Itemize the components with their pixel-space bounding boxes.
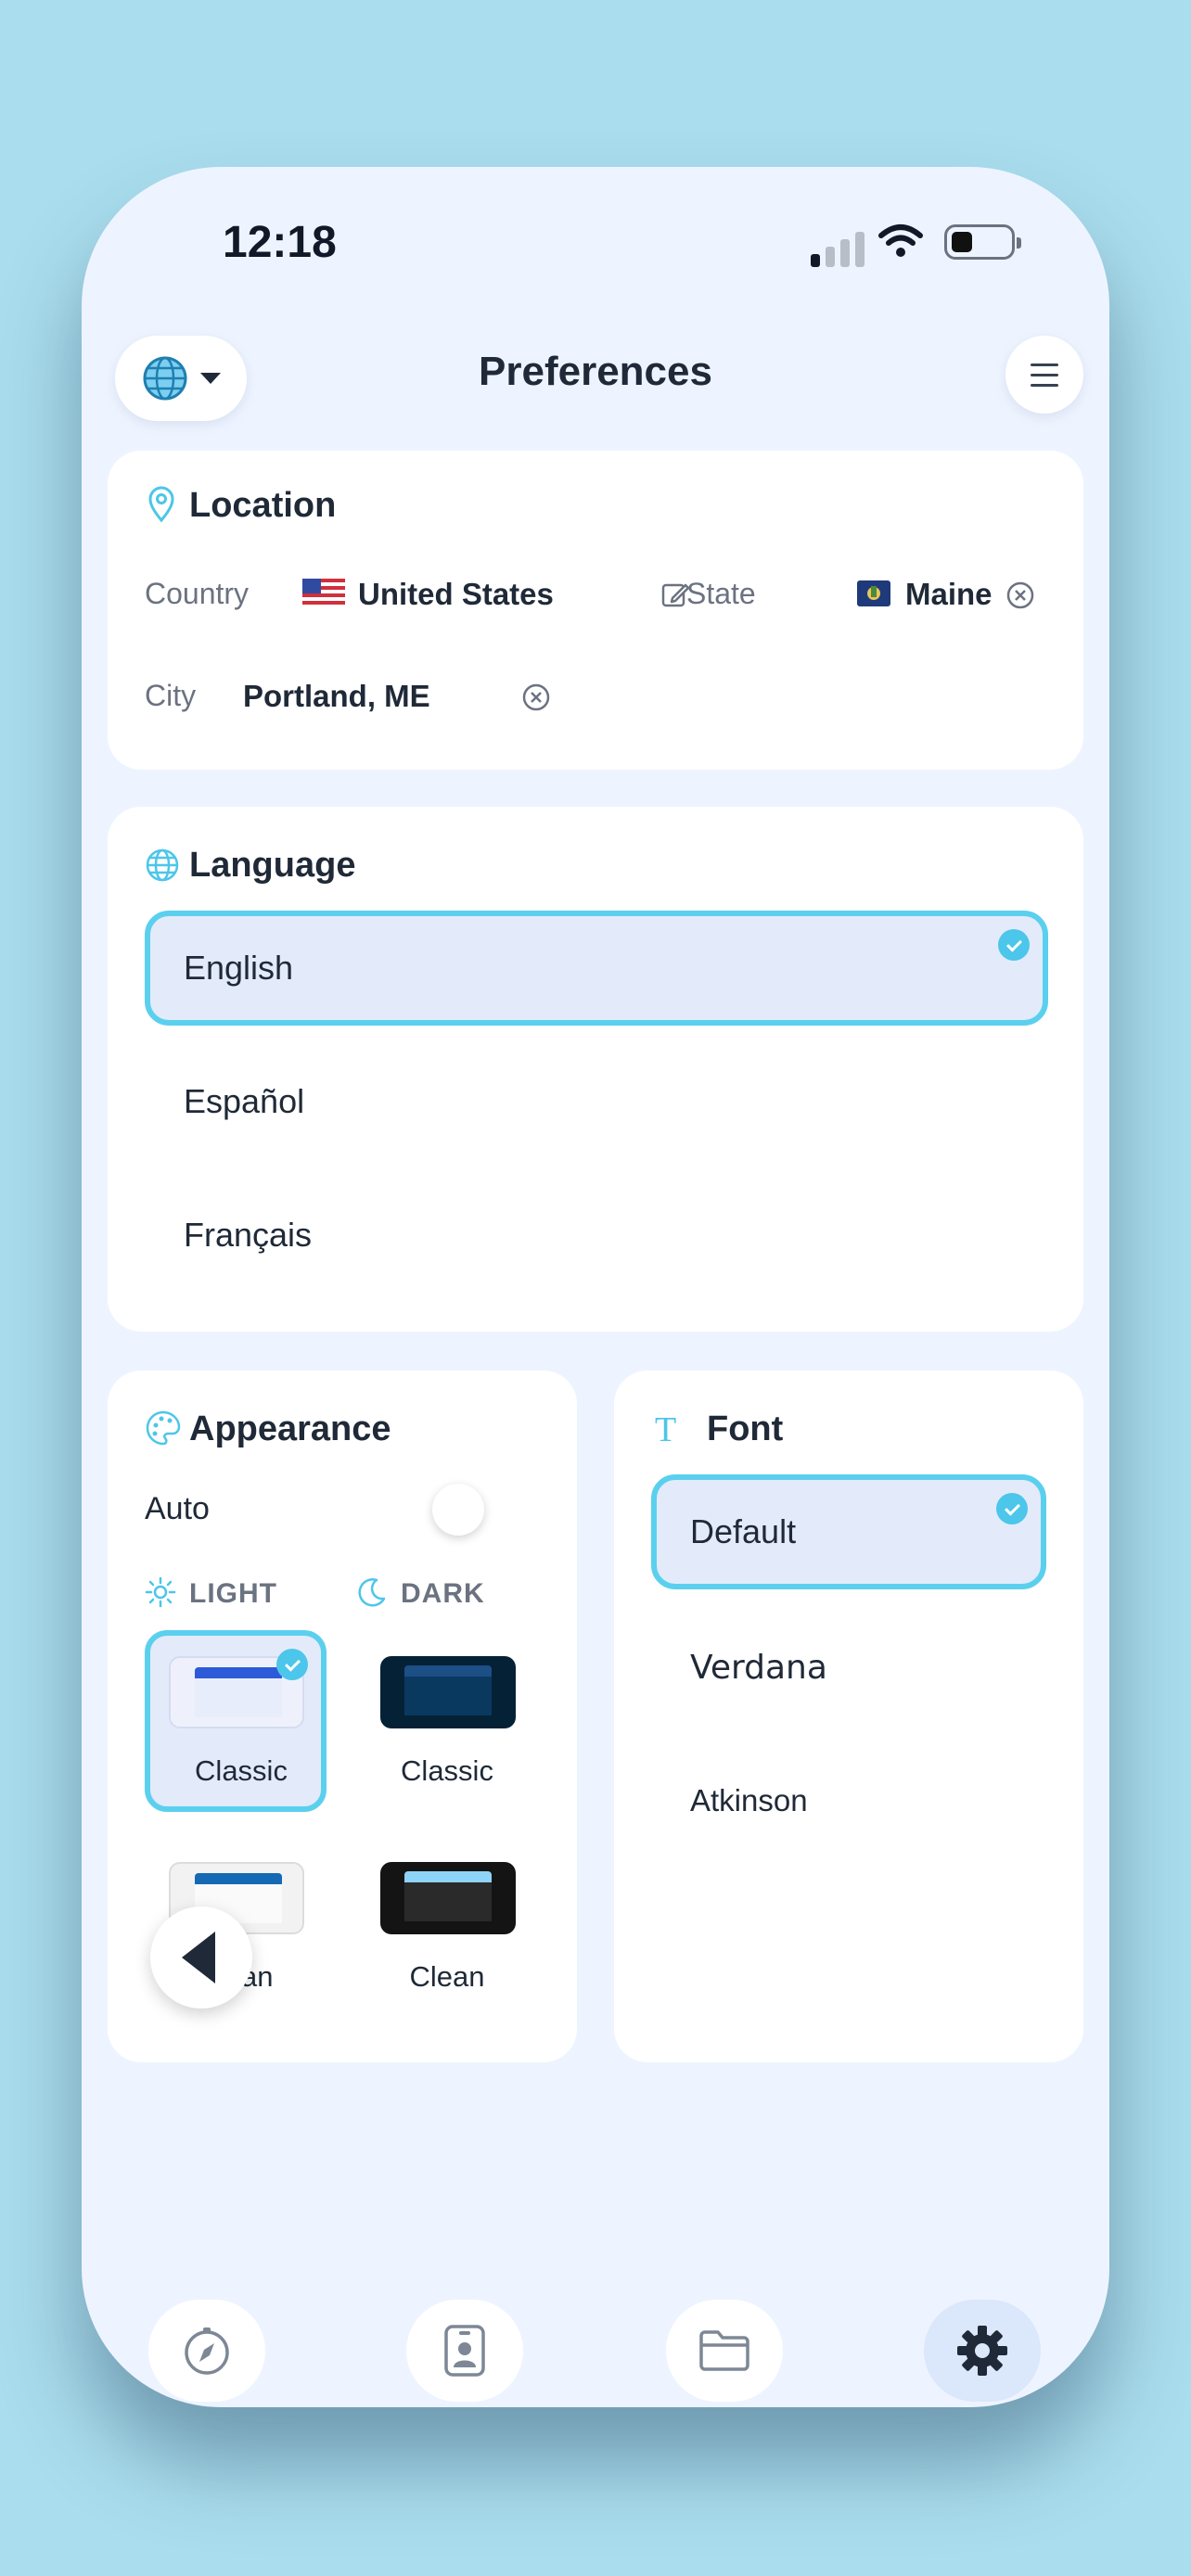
font-option-label: Atkinson xyxy=(690,1783,808,1817)
wifi-icon xyxy=(878,224,923,257)
language-option-label: English xyxy=(184,949,294,987)
menu-button[interactable] xyxy=(1005,336,1083,414)
font-option-verdana[interactable]: Verdana xyxy=(651,1610,1046,1725)
language-option-label: Español xyxy=(184,1082,305,1120)
language-option-espanol[interactable]: Español xyxy=(145,1044,1048,1159)
theme-label: Classic xyxy=(195,1754,288,1787)
globe-outline-icon xyxy=(146,848,179,882)
text-icon: T xyxy=(655,1410,677,1449)
signal-icon xyxy=(811,230,864,267)
language-title: Language xyxy=(189,846,356,885)
auto-label: Auto xyxy=(145,1491,210,1526)
palette-icon xyxy=(146,1410,181,1446)
us-flag-icon xyxy=(302,579,345,608)
arrow-left-icon xyxy=(182,1932,215,1983)
nav-settings-button[interactable] xyxy=(924,2300,1041,2402)
back-button[interactable] xyxy=(150,1906,252,2009)
phone-screen: 12:18 Preferences Location Country Unite… xyxy=(82,167,1109,2407)
compass-icon xyxy=(185,2327,229,2375)
font-card: T Font Default Verdana Atkinson xyxy=(614,1371,1083,2062)
font-option-atkinson[interactable]: Atkinson xyxy=(651,1743,1046,1858)
font-option-label: Verdana xyxy=(690,1648,827,1687)
language-option-english[interactable]: English xyxy=(145,911,1048,1026)
clear-state-icon[interactable] xyxy=(1005,580,1035,610)
check-icon xyxy=(996,1493,1028,1524)
location-card: Location Country United States State Mai… xyxy=(108,451,1083,770)
gear-icon xyxy=(957,2326,1007,2376)
theme-clean-dark[interactable]: Clean xyxy=(356,1836,538,2018)
check-icon xyxy=(998,929,1030,961)
nav-explore-button[interactable] xyxy=(148,2300,265,2402)
auto-toggle[interactable] xyxy=(432,1484,484,1536)
language-option-label: Français xyxy=(184,1216,313,1254)
clear-city-icon[interactable] xyxy=(521,682,551,712)
language-card: Language English Español Français xyxy=(108,807,1083,1332)
page-title: Preferences xyxy=(479,349,712,394)
state-label: State xyxy=(686,577,756,610)
theme-classic-light[interactable]: Classic xyxy=(145,1630,327,1812)
nav-files-button[interactable] xyxy=(666,2300,783,2402)
state-value[interactable]: Maine xyxy=(905,577,992,612)
city-label: City xyxy=(145,679,197,712)
moon-icon xyxy=(358,1578,386,1607)
location-title: Location xyxy=(189,486,337,525)
nav-profile-button[interactable] xyxy=(406,2300,523,2402)
font-title: Font xyxy=(707,1409,784,1448)
font-option-label: Default xyxy=(690,1512,797,1550)
battery-icon xyxy=(944,224,1021,260)
status-time: 12:18 xyxy=(223,218,337,267)
contact-card-icon xyxy=(444,2325,485,2377)
theme-label: Classic xyxy=(401,1754,493,1787)
dark-label: DARK xyxy=(401,1578,485,1609)
check-icon xyxy=(276,1649,308,1680)
light-label: LIGHT xyxy=(189,1578,277,1609)
language-option-francais[interactable]: Français xyxy=(145,1178,1048,1293)
theme-label: Clean xyxy=(409,1960,485,1993)
appearance-title: Appearance xyxy=(189,1409,391,1448)
city-value[interactable]: Portland, ME xyxy=(243,679,430,714)
country-value[interactable]: United States xyxy=(358,577,554,612)
sun-icon xyxy=(145,1576,176,1608)
folder-icon xyxy=(699,2330,749,2371)
maine-flag-icon xyxy=(857,580,890,606)
location-pin-icon xyxy=(148,486,174,523)
theme-classic-dark[interactable]: Classic xyxy=(356,1630,538,1812)
font-option-default[interactable]: Default xyxy=(651,1474,1046,1589)
country-label: Country xyxy=(145,577,250,610)
